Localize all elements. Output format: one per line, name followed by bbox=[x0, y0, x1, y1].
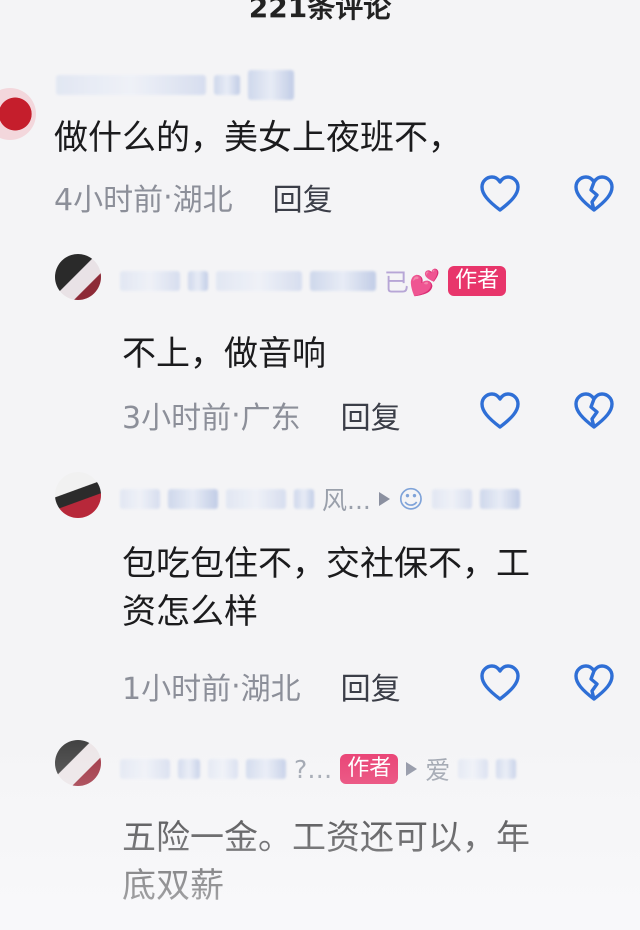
comment-meta: 1小时前 · 湖北 回复 bbox=[122, 664, 401, 708]
comments-header-title: 221条评论 bbox=[248, 0, 392, 24]
like-button[interactable] bbox=[478, 173, 522, 217]
broken-heart-icon bbox=[574, 175, 614, 212]
comment-time: 4小时前 bbox=[54, 183, 164, 218]
reply-to-arrow-icon bbox=[378, 492, 390, 506]
meta-separator: · bbox=[163, 179, 173, 215]
reply-button[interactable]: 回复 bbox=[273, 175, 333, 219]
comment-location: 湖北 bbox=[172, 183, 233, 218]
avatar[interactable] bbox=[0, 88, 36, 140]
username[interactable] bbox=[56, 68, 294, 102]
meta-separator: · bbox=[231, 668, 241, 704]
dislike-button[interactable] bbox=[572, 390, 616, 434]
comment-text: 包吃包住不，交社保不，工 资怎么样 bbox=[122, 544, 530, 632]
comment-location: 湖北 bbox=[240, 672, 301, 707]
username[interactable]: ?… 作者 爱 bbox=[120, 752, 517, 786]
avatar[interactable] bbox=[55, 472, 101, 518]
dislike-button[interactable] bbox=[572, 173, 616, 217]
author-badge: 作者 bbox=[340, 754, 399, 784]
broken-heart-icon bbox=[574, 392, 614, 429]
username[interactable]: 风... ☺ bbox=[120, 482, 520, 516]
username[interactable]: 已💕 作者 bbox=[120, 264, 507, 298]
username-fragment: 风... bbox=[322, 486, 371, 515]
username-fragment: 已💕 bbox=[384, 268, 441, 297]
reply-to-arrow-icon bbox=[406, 762, 418, 776]
comment-location: 广东 bbox=[240, 401, 301, 436]
comment-time: 3小时前 bbox=[122, 401, 232, 436]
reply-button[interactable]: 回复 bbox=[341, 393, 401, 437]
avatar[interactable] bbox=[55, 254, 101, 300]
comment-meta: 3小时前 · 广东 回复 bbox=[122, 393, 401, 437]
like-button[interactable] bbox=[478, 662, 522, 706]
avatar[interactable] bbox=[55, 740, 101, 786]
comment-text: 做什么的，美女上夜班不， bbox=[54, 118, 462, 158]
broken-heart-icon bbox=[574, 664, 614, 701]
heart-outline-icon bbox=[480, 664, 520, 701]
comment-text: 五险一金。工资还可以，年 底双薪 bbox=[122, 818, 530, 906]
reply-to-fragment: ☺ bbox=[397, 484, 424, 514]
username-fragment: ?… bbox=[294, 754, 333, 784]
reply-button[interactable]: 回复 bbox=[341, 664, 401, 708]
reply-to-fragment: 爱 bbox=[425, 756, 451, 785]
meta-separator: · bbox=[231, 397, 241, 433]
heart-outline-icon bbox=[480, 392, 520, 429]
comment-text: 不上，做音响 bbox=[122, 334, 326, 374]
comment-meta: 4小时前 · 湖北 回复 bbox=[54, 175, 333, 219]
like-button[interactable] bbox=[478, 390, 522, 434]
comment-time: 1小时前 bbox=[122, 672, 232, 707]
dislike-button[interactable] bbox=[572, 662, 616, 706]
heart-outline-icon bbox=[480, 175, 520, 212]
author-badge: 作者 bbox=[448, 266, 507, 296]
